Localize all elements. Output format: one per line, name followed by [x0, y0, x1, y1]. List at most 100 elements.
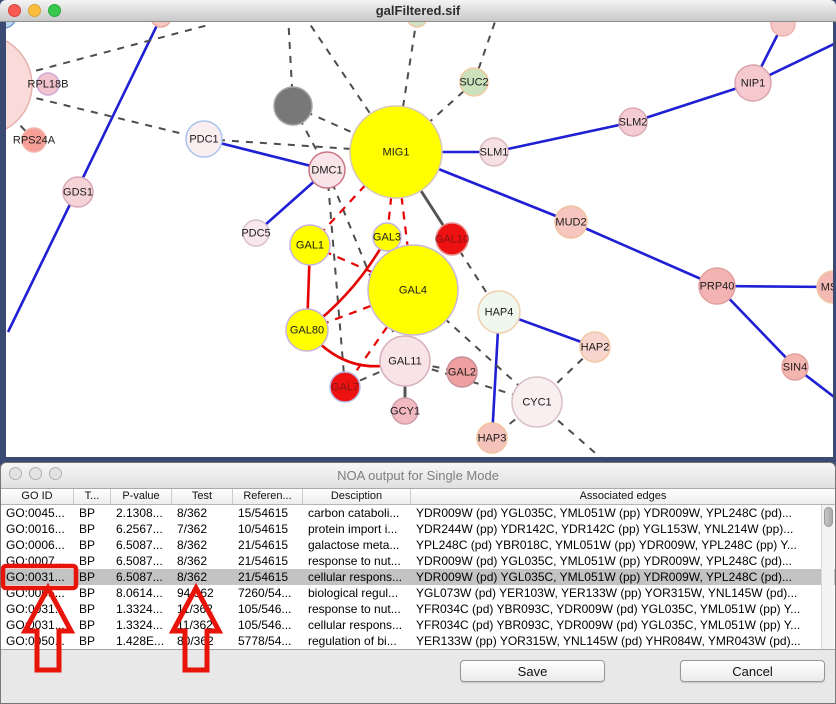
cell: 11/362 [172, 601, 233, 617]
node-pinkC[interactable] [771, 22, 795, 36]
cell: BP [74, 601, 111, 617]
table-row[interactable]: GO:0031...BP1.3324...11/362105/546...res… [1, 601, 835, 617]
cell: regulation of bi... [303, 633, 411, 649]
node-label-SLM1: SLM1 [480, 147, 509, 159]
table-row[interactable]: GO:0031...BP1.3324...11/362105/546...cel… [1, 617, 835, 633]
cell: BP [74, 633, 111, 649]
cell: 80/362 [172, 633, 233, 649]
column-header-associated-edges[interactable]: Associated edges [411, 489, 835, 504]
cell: YFR034C (pd) YBR093C, YDR009W (pd) YGL03… [411, 601, 835, 617]
cell: YDR009W (pd) YGL035C, YML051W (pp) YDR00… [411, 553, 835, 569]
cell: 94/362 [172, 585, 233, 601]
node-label-RPL18B: RPL18B [28, 79, 69, 91]
node-label-PDC5: PDC5 [241, 228, 270, 240]
cell: BP [74, 569, 111, 585]
node-label-HAP2: HAP2 [581, 342, 610, 354]
network-window: galFiltered.sif RPL18BRPS24AGDS1PDC1DMC1… [0, 0, 836, 462]
cell: 2.1308... [111, 505, 172, 521]
noa-titlebar[interactable]: NOA output for Single Mode [1, 463, 835, 489]
cell: response to nut... [303, 553, 411, 569]
table-row[interactable]: GO:0006...BP6.5087...8/36221/54615galact… [1, 537, 835, 553]
node-greenB[interactable] [407, 22, 427, 27]
table-row[interactable]: GO:0031...BP6.5087...8/36221/54615cellul… [1, 569, 835, 585]
table-row[interactable]: GO:0045...BP2.1308...8/36215/54615carbon… [1, 505, 835, 521]
cell: BP [74, 553, 111, 569]
cell: YPL248C (pd) YBR018C, YML051W (pp) YDR00… [411, 537, 835, 553]
node-label-NIP1: NIP1 [741, 78, 765, 90]
edge-slm2-nip1 [633, 83, 753, 122]
node-label-GAL7: GAL7 [331, 382, 359, 394]
column-header-p-value[interactable]: P-value [111, 489, 172, 504]
cell: GO:0045... [1, 505, 74, 521]
node-label-GAL11: GAL11 [388, 356, 421, 368]
cell: GO:0007... [1, 553, 74, 569]
node-pinkA[interactable] [151, 22, 171, 27]
cell: 7260/54... [233, 585, 303, 601]
cell: protein import i... [303, 521, 411, 537]
cell: BP [74, 521, 111, 537]
edge-mud2-prp40 [571, 222, 717, 286]
cell: GO:0050... [1, 633, 74, 649]
cell: YGL073W (pd) YER103W, YER133W (pp) YOR31… [411, 585, 835, 601]
cell: 8/362 [172, 569, 233, 585]
cell: 15/54615 [233, 505, 303, 521]
vertical-scrollbar[interactable] [821, 505, 834, 649]
node-label-GAL1: GAL1 [296, 240, 324, 252]
cell: 6.2567... [111, 521, 172, 537]
cell: 105/546... [233, 617, 303, 633]
cell: 21/54615 [233, 537, 303, 553]
save-button[interactable]: Save [460, 660, 605, 682]
cell: 1.428E... [111, 633, 172, 649]
cell: 7/362 [172, 521, 233, 537]
window-title: NOA output for Single Mode [1, 468, 835, 483]
node-label-MSN: MSN [821, 282, 833, 294]
table-row[interactable]: GO:0065...BP8.0614...94/3627260/54...bio… [1, 585, 835, 601]
table-row[interactable]: GO:0016...BP6.2567...7/36210/54615protei… [1, 521, 835, 537]
edge-bigpink-stubUR [6, 24, 212, 85]
node-graynode[interactable] [274, 87, 312, 125]
cell: 8/362 [172, 537, 233, 553]
column-header-t-[interactable]: T... [74, 489, 111, 504]
node-label-RPS24A: RPS24A [13, 135, 56, 147]
cell: GO:0016... [1, 521, 74, 537]
node-label-SUC2: SUC2 [459, 77, 488, 89]
table-row[interactable]: GO:0050...BP1.428E...80/3625778/54...reg… [1, 633, 835, 649]
network-titlebar[interactable]: galFiltered.sif [0, 0, 836, 22]
cell: 11/362 [172, 617, 233, 633]
column-header-go-id[interactable]: GO ID [1, 489, 74, 504]
node-cornerblue[interactable] [6, 22, 16, 28]
cancel-button[interactable]: Cancel [680, 660, 825, 682]
edge-pinkA-exitL [8, 22, 161, 332]
node-label-GAL4: GAL4 [399, 285, 427, 297]
table-body: GO:0045...BP2.1308...8/36215/54615carbon… [1, 505, 835, 649]
cell: GO:0006... [1, 537, 74, 553]
cell: 105/546... [233, 601, 303, 617]
node-label-GCY1: GCY1 [390, 406, 420, 418]
cell: GO:0031... [1, 569, 74, 585]
cell: 8.0614... [111, 585, 172, 601]
column-header-test[interactable]: Test [172, 489, 233, 504]
network-canvas[interactable]: RPL18BRPS24AGDS1PDC1DMC1MIG1SUC2SLM1SLM2… [6, 22, 833, 457]
cell: 6.5087... [111, 569, 172, 585]
noa-output-window: NOA output for Single Mode GO IDT...P-va… [0, 462, 836, 704]
cell: YER133W (pp) YOR315W, YNL145W (pd) YHR08… [411, 633, 835, 649]
column-header-desciption[interactable]: Desciption [303, 489, 411, 504]
node-label-DMC1: DMC1 [311, 165, 342, 177]
cell: cellular respons... [303, 569, 411, 585]
node-label-PDC1: PDC1 [189, 134, 218, 146]
cell: YDR009W (pd) YGL035C, YML051W (pp) YDR00… [411, 569, 835, 585]
node-label-GAL3: GAL3 [373, 232, 401, 244]
cell: 6.5087... [111, 537, 172, 553]
node-label-GAL80: GAL80 [290, 325, 324, 337]
table-header: GO IDT...P-valueTestReferen...Desciption… [1, 489, 835, 505]
cell: 5778/54... [233, 633, 303, 649]
cell: YDR009W (pd) YGL035C, YML051W (pp) YDR00… [411, 505, 835, 521]
cell: galactose meta... [303, 537, 411, 553]
node-label-SLM2: SLM2 [619, 117, 648, 129]
node-label-MIG1: MIG1 [383, 147, 410, 159]
scrollbar-thumb[interactable] [824, 507, 833, 527]
table-row[interactable]: GO:0007...BP6.5087...8/36221/54615respon… [1, 553, 835, 569]
node-label-CYC1: CYC1 [522, 397, 551, 409]
column-header-referen-[interactable]: Referen... [233, 489, 303, 504]
cell: BP [74, 537, 111, 553]
